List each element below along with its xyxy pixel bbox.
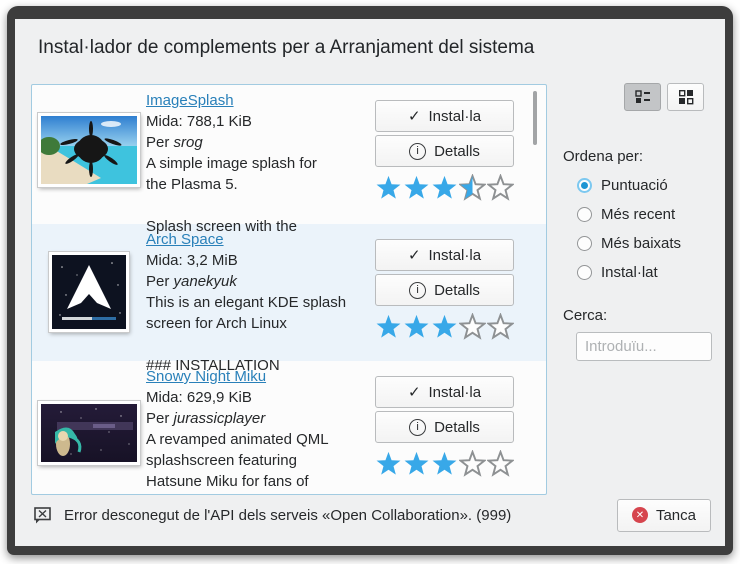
install-button[interactable]: ✓ Instal·la (375, 376, 514, 408)
addon-title-link[interactable]: Arch Space (146, 231, 224, 248)
list-item[interactable]: Snowy Night Miku Mida: 629,9 KiB Per jur… (32, 361, 546, 495)
addon-summary: This is an elegant KDE splash screen for… (146, 292, 374, 334)
details-button[interactable]: i Detalls (375, 411, 514, 443)
radio-icon (577, 265, 592, 280)
addon-author: Per jurassicplayer (146, 408, 374, 429)
search-label: Cerca: (563, 307, 607, 324)
sort-label: Ordena per: (563, 148, 643, 165)
addon-size: Mida: 3,2 MiB (146, 250, 374, 271)
radio-icon (577, 178, 592, 193)
list-view-icon (635, 89, 651, 105)
rating-stars (375, 174, 514, 201)
sort-option-mes-baixats[interactable]: Més baixats (577, 229, 681, 258)
details-button[interactable]: i Detalls (375, 274, 514, 306)
check-icon: ✓ (408, 383, 421, 401)
sort-option-mes-recent[interactable]: Més recent (577, 200, 681, 229)
list-item[interactable]: ImageSplash Mida: 788,1 KiB Per srog A s… (32, 85, 546, 224)
radio-icon (577, 236, 592, 251)
addon-size: Mida: 629,9 KiB (146, 387, 374, 408)
addon-thumbnail (38, 113, 140, 187)
rating-stars (375, 450, 514, 477)
sort-option-installat[interactable]: Instal·lat (577, 258, 681, 287)
addon-summary: A simple image splash for the Plasma 5. (146, 153, 374, 195)
list-view-button[interactable] (624, 83, 661, 111)
info-icon: i (409, 282, 426, 299)
addon-thumbnail (38, 401, 140, 465)
addon-list: ImageSplash Mida: 788,1 KiB Per srog A s… (31, 84, 547, 495)
addon-thumbnail (49, 252, 129, 332)
dialog-window: Instal·lador de complements per a Arranj… (7, 6, 733, 555)
scrollbar[interactable] (533, 91, 537, 145)
close-icon: ✕ (632, 507, 648, 523)
list-item[interactable]: Arch Space Mida: 3,2 MiB Per yanekyuk Th… (32, 224, 546, 361)
info-icon: i (409, 419, 426, 436)
grid-view-button[interactable] (667, 83, 704, 111)
status-bar: Error desconegut de l'API dels serveis «… (32, 497, 711, 533)
addon-title-link[interactable]: ImageSplash (146, 92, 234, 109)
page-title: Instal·lador de complements per a Arranj… (38, 37, 534, 59)
install-button[interactable]: ✓ Instal·la (375, 100, 514, 132)
rating-stars (375, 313, 514, 340)
search-input[interactable] (576, 332, 712, 361)
addon-author: Per srog (146, 132, 374, 153)
addon-summary: A revamped animated QML splashscreen fea… (146, 429, 374, 495)
sort-options: Puntuació Més recent Més baixats Instal·… (577, 171, 681, 287)
error-icon (32, 505, 53, 526)
install-button[interactable]: ✓ Instal·la (375, 239, 514, 271)
addon-title-link[interactable]: Snowy Night Miku (146, 368, 266, 385)
error-message: Error desconegut de l'API dels serveis «… (64, 507, 511, 524)
radio-icon (577, 207, 592, 222)
dialog-content: Instal·lador de complements per a Arranj… (15, 19, 725, 546)
addon-size: Mida: 788,1 KiB (146, 111, 374, 132)
addon-author: Per yanekyuk (146, 271, 374, 292)
info-icon: i (409, 143, 426, 160)
check-icon: ✓ (408, 107, 421, 125)
details-button[interactable]: i Detalls (375, 135, 514, 167)
grid-view-icon (678, 89, 694, 105)
check-icon: ✓ (408, 246, 421, 264)
sort-option-puntuacio[interactable]: Puntuació (577, 171, 681, 200)
close-button[interactable]: ✕ Tanca (617, 499, 711, 532)
